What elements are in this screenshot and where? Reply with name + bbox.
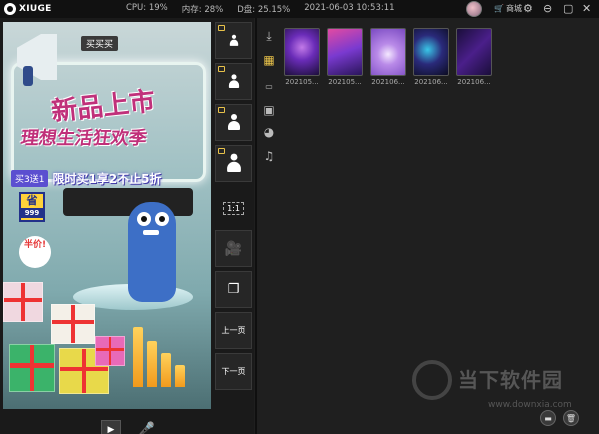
logo-icon	[4, 3, 16, 15]
download-icon[interactable]: ⤓	[259, 28, 279, 44]
prev-page-label: 上一页	[221, 326, 246, 335]
system-stats: CPU: 19% 内存: 28% D盘: 25.15% 2021-06-03 1…	[126, 3, 395, 15]
thumbnail-image	[284, 28, 320, 76]
media-thumbnail[interactable]: 202106...	[456, 28, 492, 86]
delete-button[interactable]: 🗑	[563, 410, 579, 426]
person-half-icon	[228, 73, 240, 89]
megaphone-handle	[23, 66, 33, 86]
memory-usage: 内存: 28%	[181, 5, 224, 15]
person-closeup-icon	[225, 153, 241, 174]
cart-icon: 🛒	[494, 4, 504, 13]
camera-preset-3-button[interactable]	[215, 104, 252, 141]
image-file-icon[interactable]: ▣	[259, 102, 279, 118]
thumbnail-caption: 202106...	[457, 78, 491, 86]
camera-preset-1-button[interactable]	[215, 22, 252, 59]
decor-bar	[161, 353, 171, 387]
gif-icon[interactable]: ▭	[259, 78, 279, 94]
microphone-button[interactable]: 🎤	[138, 420, 156, 434]
person-full-icon	[229, 34, 239, 47]
play-icon: ▶	[107, 425, 115, 434]
store-button[interactable]: 🛒 商城	[494, 3, 522, 14]
watermark-brand: 当下软件园	[458, 368, 563, 392]
decor-bars	[133, 327, 185, 387]
ratio-button[interactable]: 1:1	[215, 190, 252, 227]
preset-tag-icon	[218, 148, 225, 154]
decor-bar	[175, 365, 185, 387]
datetime: 2021-06-03 10:53:11	[304, 3, 395, 13]
minimize-icon[interactable]: ⊖	[543, 2, 552, 15]
thumbnail-image	[456, 28, 492, 76]
close-icon[interactable]: ✕	[582, 2, 591, 15]
thumbnail-image	[370, 28, 406, 76]
monster-eye-left	[137, 212, 151, 226]
ratio-label: 1:1	[223, 202, 244, 215]
sheng-label: 省	[26, 194, 38, 207]
app-name: XIUGE	[19, 4, 52, 14]
person-bust-icon	[227, 113, 241, 132]
decor-bar	[133, 327, 143, 387]
disk-usage: D盘: 25.15%	[237, 5, 291, 15]
cpu-usage: CPU: 19%	[126, 3, 168, 13]
promo-text: 限时买1享2不止5折	[52, 171, 162, 186]
preset-tag-icon	[218, 25, 225, 31]
sheng-price: 999	[21, 208, 43, 218]
media-thumbnail[interactable]: 202105...	[327, 28, 363, 86]
monster-eye-right	[155, 212, 169, 226]
prev-page-button[interactable]: 上一页	[215, 312, 252, 349]
camera-button[interactable]: 🎥	[215, 230, 252, 267]
next-page-label: 下一页	[221, 367, 246, 376]
title-bar: XIUGE CPU: 19% 内存: 28% D盘: 25.15% 2021-0…	[0, 0, 599, 18]
watermark-logo-icon	[412, 360, 452, 400]
folder-icon: ▬	[544, 413, 552, 423]
music-icon[interactable]: ♫	[259, 148, 279, 164]
play-button[interactable]: ▶	[101, 420, 121, 434]
folder-button[interactable]: ▬	[540, 410, 556, 426]
promo-row: 买3送1 限时买1享2不止5折	[11, 168, 203, 188]
panel-divider	[255, 18, 257, 434]
settings-icon[interactable]: ⚙	[523, 2, 533, 15]
app-window: XIUGE CPU: 19% 内存: 28% D盘: 25.15% 2021-0…	[0, 0, 599, 434]
thumbnail-image	[327, 28, 363, 76]
maximize-icon[interactable]: ▢	[563, 2, 573, 15]
monster-mouth	[143, 230, 159, 235]
microphone-icon: 🎤	[138, 421, 156, 434]
thumbnail-caption: 202106...	[414, 78, 448, 86]
video-camera-icon: 🎥	[224, 240, 243, 257]
app-logo: XIUGE	[4, 3, 52, 15]
top-banner: 买买买	[81, 36, 119, 51]
copy-button[interactable]: ❐	[215, 271, 252, 308]
preset-tag-icon	[218, 66, 225, 72]
gift-box	[95, 336, 125, 366]
stage-top	[63, 188, 193, 216]
next-page-button[interactable]: 下一页	[215, 353, 252, 390]
media-thumbnails: 202105... 202105... 202106... 202106... …	[284, 28, 492, 86]
thumbnail-caption: 202105...	[328, 78, 362, 86]
gift-box	[3, 282, 43, 322]
subheadline: 理想生活狂欢季	[19, 128, 149, 149]
thumbnail-caption: 202105...	[285, 78, 319, 86]
half-price-badge: 半价!	[19, 236, 51, 268]
phone-screen[interactable]: 买买买 新品上市 理想生活狂欢季 买3送1 限时买1享2不止5折 省 999 半…	[3, 22, 211, 409]
decor-bar	[147, 341, 157, 387]
copy-icon: ❐	[227, 282, 240, 297]
camera-preset-4-button[interactable]	[215, 145, 252, 182]
media-thumbnail[interactable]: 202106...	[413, 28, 449, 86]
gift-box	[51, 304, 95, 344]
half-price-label: 半价!	[23, 240, 47, 250]
gift-box	[9, 344, 55, 392]
store-label: 商城	[505, 4, 522, 13]
media-thumbnail[interactable]: 202105...	[284, 28, 320, 86]
preset-tag-icon	[218, 107, 225, 113]
thumbnail-image	[413, 28, 449, 76]
media-thumbnail[interactable]: 202106...	[370, 28, 406, 86]
camera-preset-2-button[interactable]	[215, 63, 252, 100]
user-avatar[interactable]	[466, 1, 482, 17]
avatar-icon[interactable]: ◕	[259, 124, 279, 140]
video-file-icon[interactable]: ▦	[259, 52, 279, 68]
sheng-badge: 省 999	[19, 192, 45, 222]
promo-badge: 买3送1	[11, 169, 49, 187]
thumbnail-caption: 202106...	[371, 78, 405, 86]
watermark-url: www.downxia.com	[488, 400, 572, 410]
trash-icon: 🗑	[565, 413, 577, 423]
